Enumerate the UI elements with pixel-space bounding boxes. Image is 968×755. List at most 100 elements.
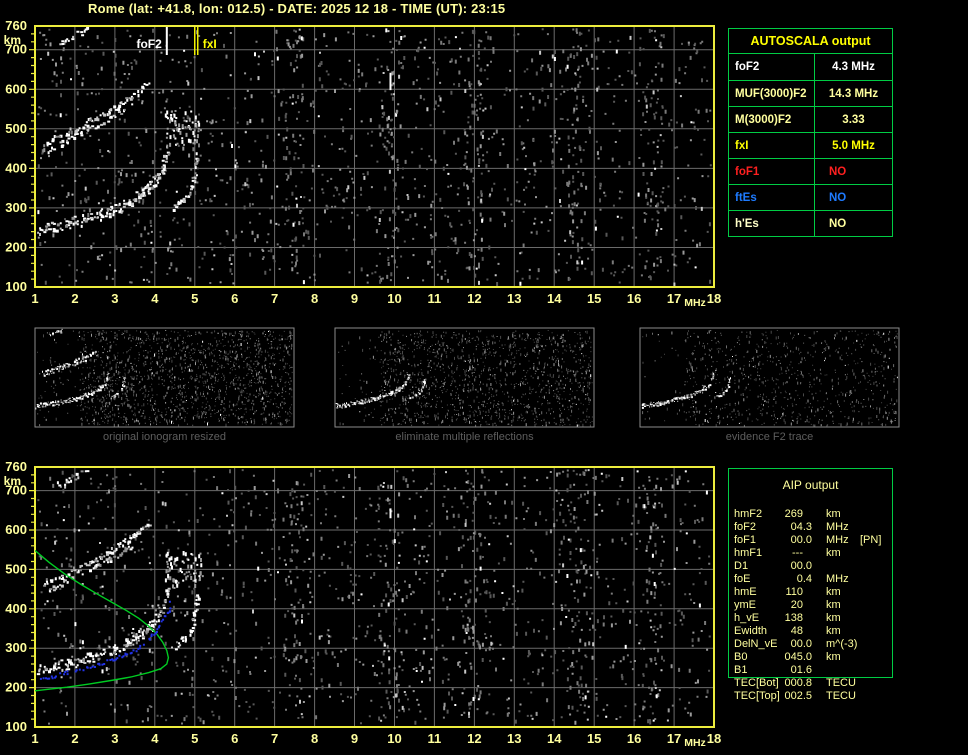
aip-row-unit: km — [826, 547, 841, 559]
aip-row-hme: hmE 110 km — [728, 586, 893, 599]
aip-row-label: ymE — [734, 599, 756, 611]
axis-tick-label: 400 — [5, 601, 27, 616]
axis-tick-label: 12 — [467, 731, 481, 746]
autoscala-row-label: h'Es — [729, 211, 815, 236]
autoscala-row-label: M(3000)F2 — [729, 107, 815, 132]
aip-rows: hmF2 269 km foF2 04.3 MHz foF1 00.0 MHz [PN] hmF1 -… — [728, 508, 893, 703]
axis-tick-label: 17 — [667, 731, 681, 746]
autoscala-row-label: fxI — [729, 133, 815, 158]
aip-row-label: h_vE — [734, 612, 760, 624]
aip-row-fof2: foF2 04.3 MHz — [728, 521, 893, 534]
aip-row-fof1: foF1 00.0 MHz [PN] — [728, 534, 893, 547]
autoscala-row-fof2: foF2 4.3 MHz — [729, 54, 892, 80]
axis-tick-label: 17 — [667, 291, 681, 306]
axis-tick-label: 7 — [271, 731, 278, 746]
axis-tick-label: 4 — [151, 291, 159, 306]
aip-row-value: 48 — [790, 625, 803, 637]
axis-tick-label: 200 — [5, 680, 27, 695]
axis-tick-label: 3 — [111, 731, 118, 746]
y-axis-unit-label: km — [4, 474, 21, 488]
aip-row-value: 138 — [784, 612, 803, 624]
fxi-marker: fxI — [194, 27, 217, 55]
aip-row-value: 00.0 — [790, 638, 812, 650]
axis-tick-label: 14 — [547, 291, 562, 306]
axis-tick-label: 8 — [311, 731, 318, 746]
aip-row-label: hmF2 — [734, 508, 763, 520]
axis-tick-label: 15 — [587, 291, 601, 306]
axis-tick-label: 200 — [5, 239, 27, 254]
autoscala-header: AUTOSCALA output — [729, 29, 892, 54]
axis-tick-label: 13 — [507, 291, 521, 306]
aip-row-label: foF2 — [734, 521, 757, 533]
axis-tick-label: 6 — [231, 291, 238, 306]
axis-tick-label: 5 — [191, 291, 198, 306]
aip-row-unit: km — [826, 651, 841, 663]
aip-row-hmf1: hmF1 --- km — [728, 547, 893, 560]
aip-row-unit: m^(-3) — [826, 638, 858, 650]
aip-row-label: TEC[Bot] — [734, 677, 779, 689]
axis-tick-label: 11 — [428, 291, 442, 306]
axis-tick-label: 13 — [507, 731, 521, 746]
axis-tick-label: 10 — [387, 291, 401, 306]
autoscala-row-value: NO — [829, 165, 847, 178]
axis-tick-label: 12 — [467, 291, 481, 306]
aip-row-b1: B1 01.6 — [728, 664, 893, 677]
aip-row-label: D1 — [734, 560, 749, 572]
axis-tick-label: 300 — [5, 640, 27, 655]
aip-row-b0: B0 045.0 km — [728, 651, 893, 664]
autoscala-row-value: NO — [829, 217, 847, 230]
autoscala-row-label: foF1 — [729, 159, 815, 184]
aip-row-value: 269 — [784, 508, 803, 520]
aip-row-value: 04.3 — [790, 521, 812, 533]
aip-row-unit — [812, 560, 856, 573]
aip-row-value: 110 — [785, 586, 803, 598]
fxi-marker-label: fxI — [203, 37, 217, 51]
bottom-ionogram-plot: 1 2 3 4 5 6 7 8 9 10 11 12 13 14 15 16 17 18MHz1002003004… — [4, 459, 722, 749]
thumbnail-0 — [34, 327, 295, 428]
autoscala-row-value: 14.3 MHz — [828, 87, 879, 100]
axis-tick-label: 3 — [111, 291, 118, 306]
aip-row-value: 002.5 — [784, 690, 812, 702]
aip-row-ewidth: Ewidth 48 km — [728, 625, 893, 638]
axis-tick-label: 2 — [71, 291, 78, 306]
aip-row-value: 00.0 — [790, 560, 812, 572]
aip-row-unit: km — [826, 599, 841, 611]
axis-tick-label: 760 — [5, 18, 27, 33]
aip-row-unit: MHz — [826, 534, 849, 546]
aip-header: AIP output — [782, 478, 839, 492]
aip-row-unit: km — [826, 586, 841, 598]
aip-row-d1: D1 00.0 — [728, 560, 893, 573]
axis-tick-label: 11 — [428, 731, 442, 746]
autoscala-row-value: 4.3 MHz — [832, 61, 875, 73]
autoscala-row-label: ftEs — [729, 185, 815, 210]
aip-row-label: Ewidth — [734, 625, 768, 637]
aip-row-value: 0.4 — [796, 573, 812, 585]
autoscala-rows: foF2 4.3 MHz MUF(3000)F2 14.3 MHz M(3000)F2 3… — [729, 54, 892, 236]
axis-tick-label: 5 — [191, 731, 198, 746]
autoscala-row-fxi: fxI 5.0 MHz — [729, 132, 892, 158]
aip-row-label: foF1 — [734, 534, 757, 546]
aip-row-value: 00.0 — [790, 534, 812, 546]
axis-tick-label: 18 — [707, 731, 721, 746]
aip-row-hmf2: hmF2 269 km — [728, 508, 893, 521]
thumbnail-1 — [334, 327, 595, 428]
aip-row-yme: ymE 20 km — [728, 599, 893, 612]
thumbnail-2 — [639, 327, 900, 428]
axis-tick-label: 7 — [271, 291, 278, 306]
aip-row-unit: MHz — [826, 521, 849, 533]
aip-row-unit: TECU — [826, 677, 856, 689]
aip-row-unit: TECU — [826, 690, 856, 702]
aip-row-tecbot: TEC[Bot] 000.8 TECU — [728, 677, 893, 690]
aip-row-value: 045.0 — [784, 651, 812, 663]
autoscala-row-label: MUF(3000)F2 — [729, 81, 815, 106]
thumbnail-caption-f2trace: evidence F2 trace — [725, 431, 814, 443]
axis-tick-label: 500 — [5, 561, 27, 576]
aip-row-label: DelN_vE — [734, 638, 778, 650]
autoscala-row-muf3000f2: MUF(3000)F2 14.3 MHz — [729, 80, 892, 106]
aip-row-note: [PN] — [860, 534, 882, 546]
aip-row-label: hmF1 — [734, 547, 763, 559]
axis-tick-label: 760 — [5, 459, 27, 474]
y-axis-unit-label: km — [4, 33, 21, 47]
x-axis-unit-label: MHz — [684, 737, 706, 749]
axis-tick-label: 6 — [231, 731, 238, 746]
